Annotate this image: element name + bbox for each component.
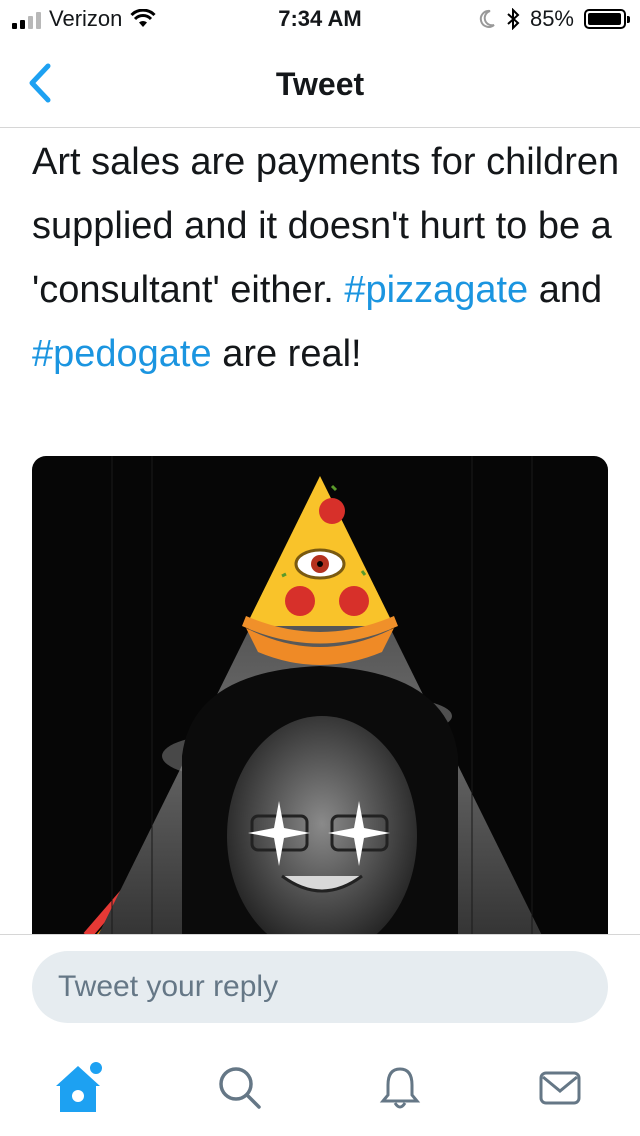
- tab-notifications[interactable]: [360, 1050, 440, 1126]
- page-title: Tweet: [275, 66, 365, 102]
- status-bar: Verizon 7:34 AM 85%: [0, 0, 640, 40]
- bell-icon: [379, 1067, 421, 1109]
- tab-home[interactable]: [38, 1050, 118, 1126]
- tab-bar: [0, 1050, 640, 1136]
- search-icon: [219, 1067, 261, 1109]
- reply-input[interactable]: [32, 951, 608, 1023]
- tab-messages[interactable]: [520, 1050, 600, 1126]
- nav-bar: Tweet: [0, 40, 640, 128]
- tweet-text: Art sales are payments for children supp…: [32, 130, 622, 386]
- hashtag-link[interactable]: #pedogate: [32, 333, 212, 375]
- home-icon: [56, 1060, 104, 1112]
- tab-search[interactable]: [200, 1050, 280, 1126]
- bluetooth-icon: [507, 8, 520, 30]
- battery-icon: [584, 9, 630, 29]
- status-right: 85%: [478, 6, 630, 32]
- tweet-text-part: and: [528, 269, 603, 311]
- tweet-media-image[interactable]: [32, 456, 608, 976]
- moon-icon: [479, 9, 495, 28]
- battery-percent: 85%: [529, 6, 574, 31]
- tweet-text-part: are real!: [211, 333, 362, 375]
- hashtag-link[interactable]: #pizzagate: [344, 269, 528, 311]
- mail-icon: [539, 1071, 581, 1105]
